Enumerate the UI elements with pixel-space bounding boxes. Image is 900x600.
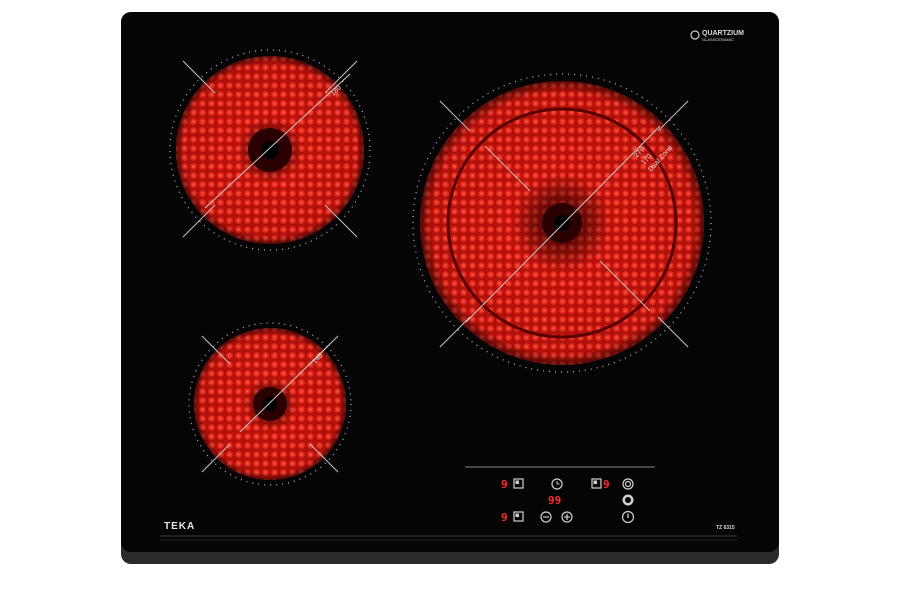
brand-logo: TEKA xyxy=(164,521,195,532)
model-label: TZ 6315 xyxy=(716,525,735,531)
zone-display-3: 9 xyxy=(501,511,508,524)
timer-display: 99 xyxy=(548,494,561,507)
zone-display-1: 9 xyxy=(501,478,508,491)
cooking-zone-front-left[interactable]: 145 xyxy=(188,322,352,486)
zone-display-2: 9 xyxy=(603,478,610,491)
lock-icon[interactable] xyxy=(622,494,634,506)
ceramic-hob: 180 270 170 Dual Zone 145 QUARTZIUM GLAS… xyxy=(121,12,779,564)
badge-text: QUARTZIUM xyxy=(702,30,744,37)
badge-subtext: GLASSCERAMIC xyxy=(702,37,734,42)
